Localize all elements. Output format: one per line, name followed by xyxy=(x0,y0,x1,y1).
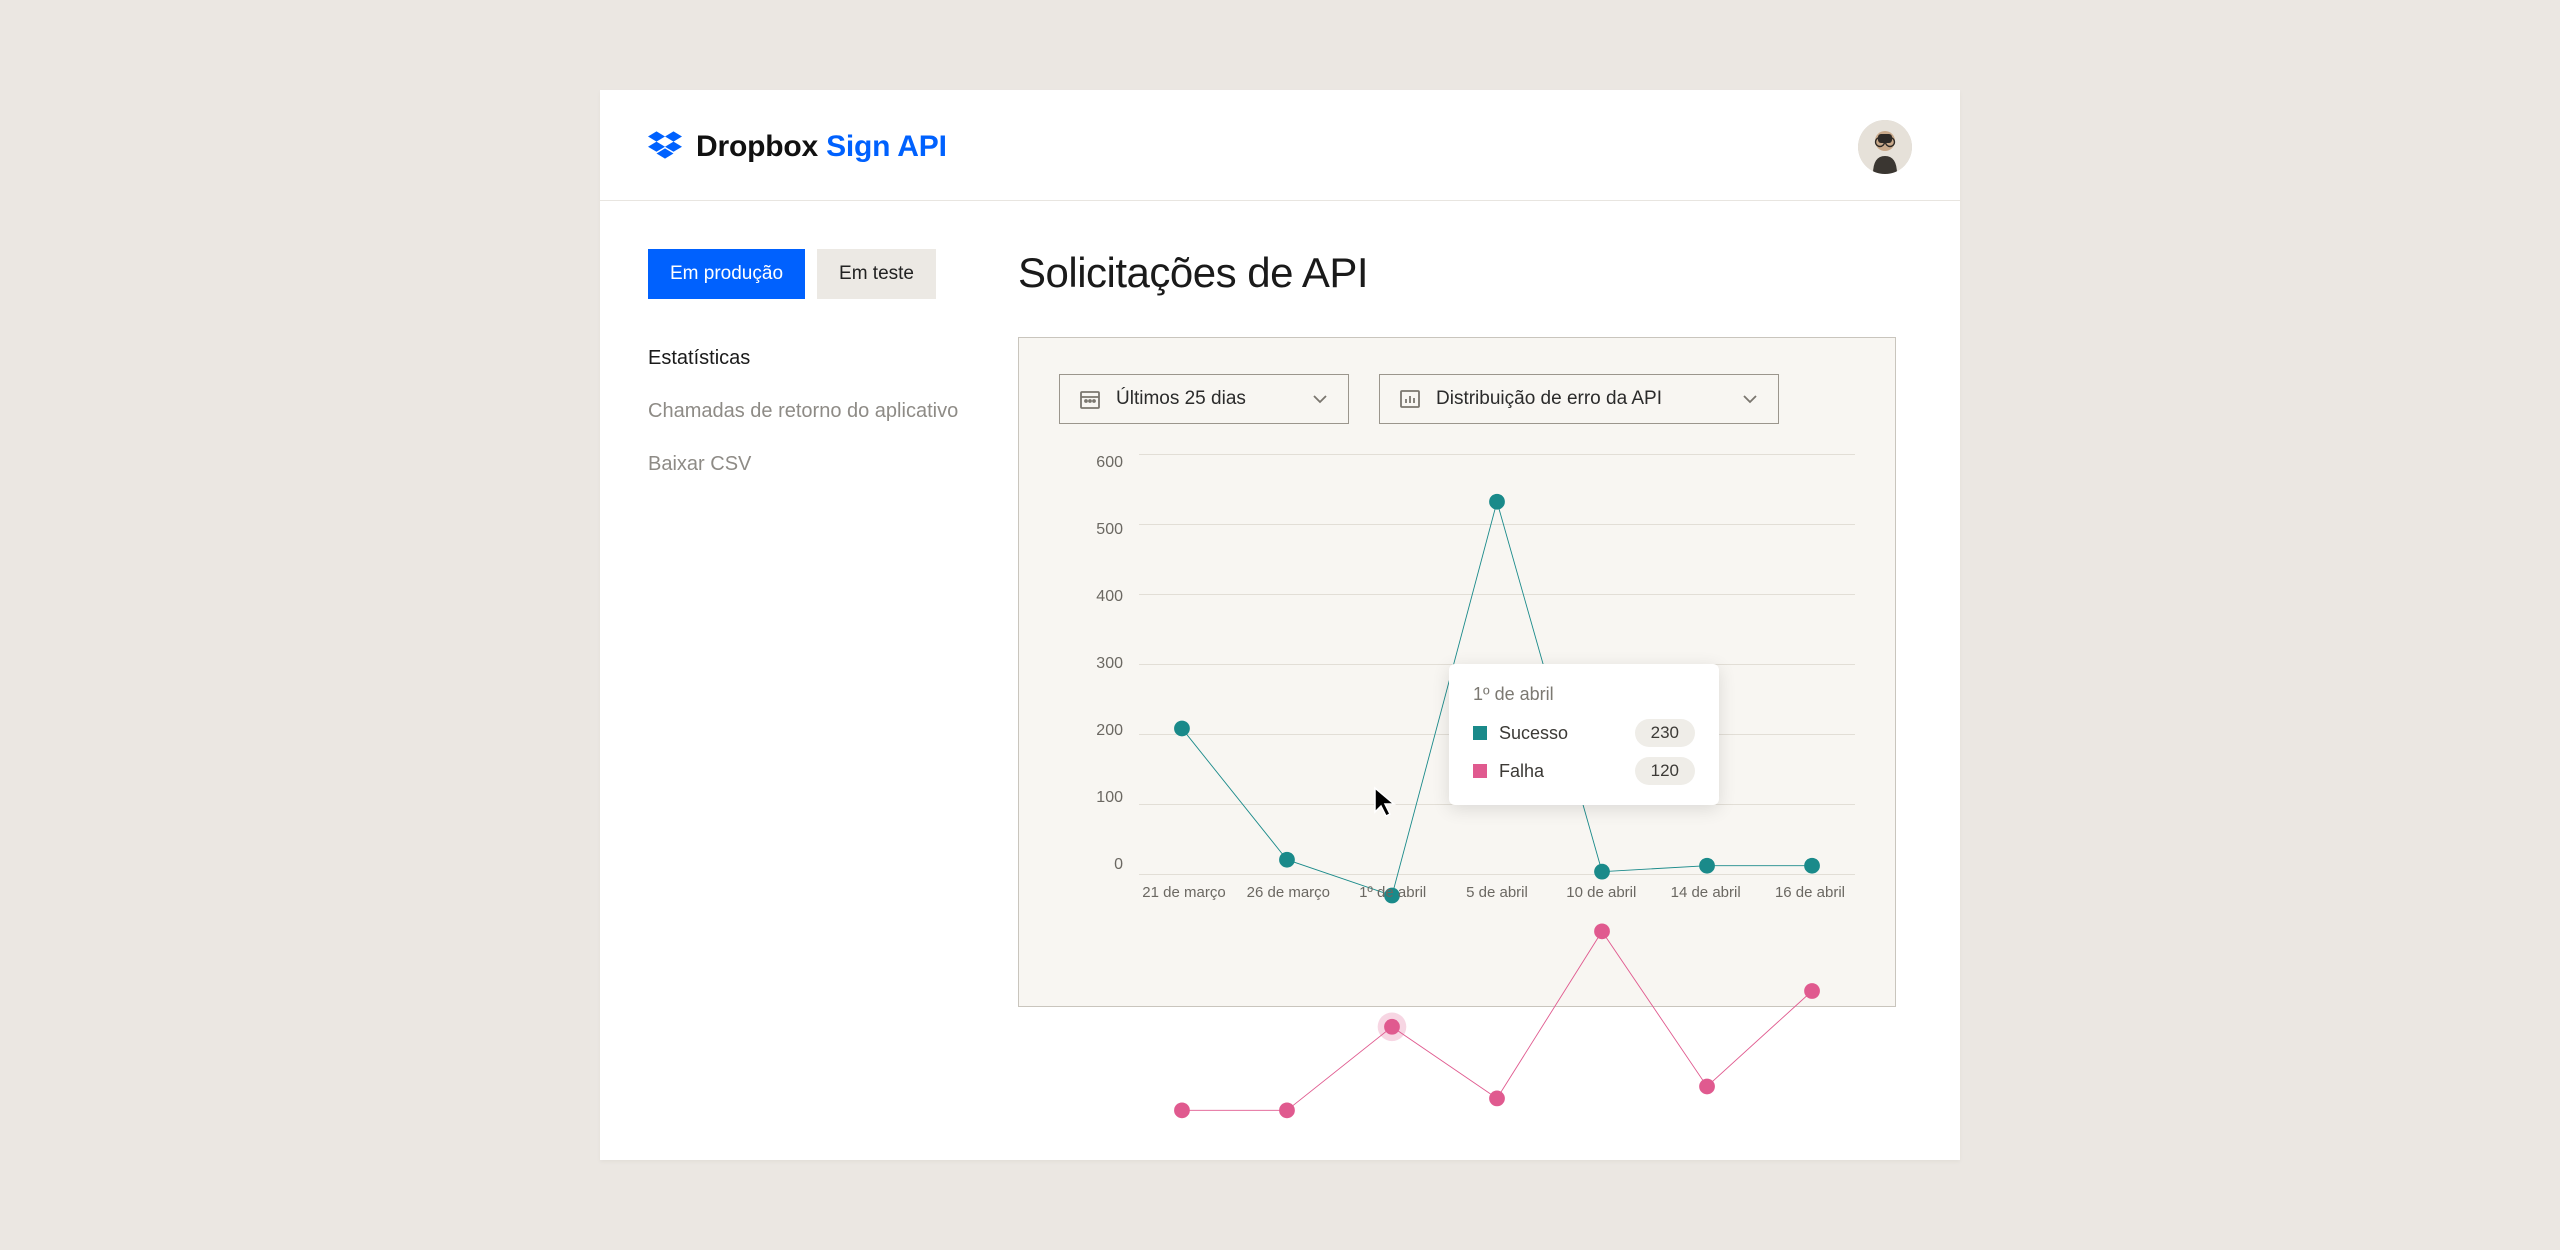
tooltip-success-value: 230 xyxy=(1635,719,1695,747)
tooltip-success-label: Sucesso xyxy=(1499,723,1623,744)
swatch-success-icon xyxy=(1473,726,1487,740)
brand-secondary: Sign API xyxy=(826,130,947,163)
chart-tooltip: 1º de abril Sucesso 230 Falha 120 xyxy=(1449,664,1719,805)
x-tick: 5 de abril xyxy=(1452,884,1542,914)
tab-production[interactable]: Em produção xyxy=(648,249,805,299)
x-tick: 26 de março xyxy=(1243,884,1333,914)
date-range-dropdown[interactable]: Últimos 25 dias xyxy=(1059,374,1349,424)
bar-chart-icon xyxy=(1398,387,1422,411)
header-bar: Dropbox Sign API xyxy=(600,90,1960,201)
app-window: Dropbox Sign API Em produção Em teste Es… xyxy=(600,90,1960,1160)
y-tick: 600 xyxy=(1083,454,1123,472)
data-point[interactable] xyxy=(1804,983,1820,999)
brand-primary: Dropbox xyxy=(696,130,818,163)
tooltip-failure-value: 120 xyxy=(1635,757,1695,785)
date-range-label: Últimos 25 dias xyxy=(1116,388,1296,410)
env-tabs: Em produção Em teste xyxy=(648,249,978,299)
y-tick: 300 xyxy=(1083,655,1123,673)
data-point-highlight xyxy=(1378,1012,1407,1041)
sidebar-item-callbacks[interactable]: Chamadas de retorno do aplicativo xyxy=(648,400,978,423)
y-tick: 400 xyxy=(1083,588,1123,606)
y-axis: 600 500 400 300 200 100 0 xyxy=(1083,454,1123,874)
chevron-down-icon xyxy=(1740,389,1760,409)
data-point[interactable] xyxy=(1279,852,1295,868)
data-point[interactable] xyxy=(1489,1091,1505,1107)
dropdown-row: Últimos 25 dias xyxy=(1059,374,1855,424)
sidebar: Em produção Em teste Estatísticas Chamad… xyxy=(648,249,978,1007)
data-point[interactable] xyxy=(1489,494,1505,510)
tooltip-row-success: Sucesso 230 xyxy=(1473,719,1695,747)
main-content: Solicitações de API xyxy=(1018,249,1912,1007)
tooltip-row-failure: Falha 120 xyxy=(1473,757,1695,785)
calendar-icon xyxy=(1078,387,1102,411)
y-tick: 200 xyxy=(1083,722,1123,740)
swatch-failure-icon xyxy=(1473,764,1487,778)
tab-test[interactable]: Em teste xyxy=(817,249,936,299)
sidebar-item-statistics[interactable]: Estatísticas xyxy=(648,347,978,370)
sidebar-nav: Estatísticas Chamadas de retorno do apli… xyxy=(648,347,978,476)
brand-logo: Dropbox Sign API xyxy=(648,128,947,167)
plot-area: 6005004003002001000 21 de março26 de mar… xyxy=(1089,454,1855,914)
data-point[interactable] xyxy=(1594,923,1610,939)
page-title: Solicitações de API xyxy=(1018,249,1912,297)
x-axis: 21 de março 26 de março 1º de abril 5 de ab… xyxy=(1139,884,1855,914)
body: Em produção Em teste Estatísticas Chamad… xyxy=(600,201,1960,1055)
dropbox-logo-icon xyxy=(648,128,682,167)
x-tick: 21 de março xyxy=(1139,884,1229,914)
y-tick: 100 xyxy=(1083,789,1123,807)
series-line xyxy=(1182,931,1812,1110)
data-point[interactable] xyxy=(1279,1102,1295,1118)
avatar[interactable] xyxy=(1858,120,1912,174)
data-point[interactable] xyxy=(1699,858,1715,874)
data-point[interactable] xyxy=(1174,1102,1190,1118)
brand-text: Dropbox Sign API xyxy=(696,130,947,164)
chart-panel: Últimos 25 dias xyxy=(1018,337,1896,1007)
x-tick: 14 de abril xyxy=(1661,884,1751,914)
data-point[interactable] xyxy=(1699,1079,1715,1095)
x-tick: 16 de abril xyxy=(1765,884,1855,914)
tooltip-failure-label: Falha xyxy=(1499,761,1623,782)
distribution-dropdown[interactable]: Distribuição de erro da API xyxy=(1379,374,1779,424)
chart-svg xyxy=(1139,454,1855,1170)
distribution-label: Distribuição de erro da API xyxy=(1436,388,1726,410)
chevron-down-icon xyxy=(1310,389,1330,409)
data-point[interactable] xyxy=(1174,721,1190,737)
y-tick: 0 xyxy=(1083,856,1123,874)
data-point[interactable] xyxy=(1804,858,1820,874)
x-tick: 10 de abril xyxy=(1556,884,1646,914)
y-tick: 500 xyxy=(1083,521,1123,539)
sidebar-item-download-csv[interactable]: Baixar CSV xyxy=(648,453,978,476)
tooltip-title: 1º de abril xyxy=(1473,684,1695,705)
x-tick: 1º de abril xyxy=(1348,884,1438,914)
data-point[interactable] xyxy=(1594,864,1610,880)
